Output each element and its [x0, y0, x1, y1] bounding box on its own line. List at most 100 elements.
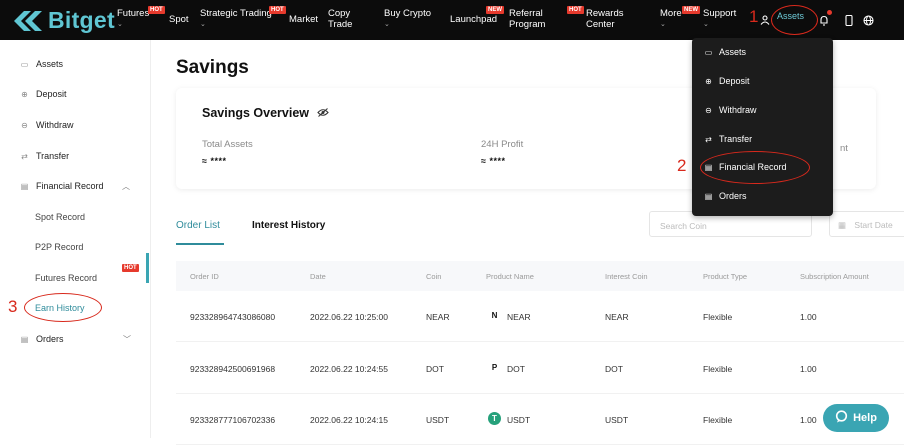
hot-badge: HOT: [148, 6, 165, 14]
annotation-oval-assets: [771, 5, 818, 35]
cell-type: Flexible: [703, 415, 733, 425]
dropdown-item-withdraw[interactable]: ⊖ Withdraw: [704, 105, 757, 115]
hot-badge: HOT: [567, 6, 584, 14]
cell-type: Flexible: [703, 312, 733, 322]
transfer-icon: ⇄: [705, 134, 712, 144]
cell-product: USDT: [507, 415, 531, 425]
help-button[interactable]: Help: [823, 404, 889, 432]
tab-interest-history[interactable]: Interest History: [252, 220, 325, 231]
sidebar-item-deposit[interactable]: ⊕ Deposit: [20, 89, 66, 99]
globe-icon[interactable]: [860, 12, 876, 28]
th-product-name: Product Name: [486, 272, 534, 281]
nav-futures[interactable]: Futures ⌄: [117, 8, 149, 29]
nav-referral-program[interactable]: Referral Program: [509, 8, 545, 30]
chevron-up-icon[interactable]: ︿: [122, 181, 130, 192]
annotation-number-2: 2: [677, 156, 687, 175]
table-row[interactable]: 923328942500691968 2022.06.22 10:24:55 D…: [176, 343, 904, 394]
assets-dropdown-menu: ▭ Assets ⊕ Deposit ⊖ Withdraw ⇄ Transfer…: [692, 38, 833, 216]
tether-icon: T: [488, 412, 501, 425]
top-nav: Bitget Futures ⌄ HOT Spot Strategic Trad…: [0, 0, 904, 40]
nav-launchpad[interactable]: Launchpad: [450, 14, 497, 25]
nav-more-label: More: [660, 8, 682, 19]
cell-coin: DOT: [426, 364, 444, 374]
dropdown-item-deposit[interactable]: ⊕ Deposit: [704, 76, 750, 86]
cell-amount: 1.00: [800, 364, 817, 374]
nav-copy-trade[interactable]: Copy Trade: [328, 8, 352, 30]
new-badge: NEW: [682, 6, 700, 14]
new-badge: NEW: [486, 6, 504, 14]
hot-badge: HOT: [269, 6, 286, 14]
cell-order-id: 923328964743086080: [190, 312, 276, 322]
dropdown-item-label: Assets: [719, 47, 747, 57]
th-interest-coin: Interest Coin: [605, 272, 648, 281]
sidebar-item-assets[interactable]: ▭ Assets: [20, 59, 63, 69]
tab-active-underline: [176, 243, 224, 245]
deposit-icon: ⊕: [21, 89, 28, 99]
nav-center-label: Center: [586, 19, 615, 30]
wallet-icon: ▭: [20, 59, 29, 69]
sidebar: [0, 40, 151, 438]
th-order-id: Order ID: [190, 272, 219, 281]
nav-referral-label: Referral: [509, 8, 543, 19]
dropdown-item-label: Withdraw: [719, 105, 757, 115]
chevron-down-icon: ⌄: [660, 21, 666, 28]
table-row[interactable]: 923328777106702336 2022.06.22 10:24:15 U…: [176, 394, 904, 445]
sidebar-item-spot-record[interactable]: Spot Record: [35, 212, 85, 222]
cell-coin: NEAR: [426, 312, 450, 322]
help-label: Help: [853, 412, 877, 424]
cell-date: 2022.06.22 10:25:00: [310, 312, 388, 322]
sidebar-item-financial-record[interactable]: ▤ Financial Record: [20, 181, 104, 191]
polkadot-icon: P: [491, 363, 498, 372]
chevron-down-icon[interactable]: ﹀: [123, 334, 131, 345]
profit-label: 24H Profit: [481, 139, 524, 150]
chevron-down-icon: ⌄: [703, 21, 709, 28]
hot-badge: HOT: [122, 264, 139, 272]
sidebar-item-withdraw[interactable]: ⊖ Withdraw: [20, 120, 74, 130]
nav-program-label: Program: [509, 19, 546, 30]
nav-buy-crypto[interactable]: Buy Crypto ⌄: [384, 8, 431, 29]
nav-spot[interactable]: Spot: [169, 14, 189, 25]
tab-order-list[interactable]: Order List: [176, 220, 220, 231]
chevron-down-icon: ⌄: [384, 21, 390, 28]
sidebar-item-orders[interactable]: ▤ Orders: [20, 334, 64, 344]
nav-more[interactable]: More ⌄: [660, 8, 682, 29]
calendar-icon: ▦: [838, 220, 847, 230]
cell-amount: 1.00: [800, 312, 817, 322]
sidebar-item-p2p-record[interactable]: P2P Record: [35, 242, 83, 252]
th-date: Date: [310, 272, 326, 281]
sidebar-item-label: Orders: [36, 334, 64, 344]
withdraw-icon: ⊖: [705, 105, 712, 115]
nav-market[interactable]: Market: [289, 14, 318, 25]
document-icon: ▤: [20, 181, 29, 191]
dropdown-item-orders[interactable]: ▤ Orders: [704, 191, 747, 201]
nav-rewards-center[interactable]: Rewards Center: [586, 8, 624, 30]
sidebar-item-transfer[interactable]: ⇄ Transfer: [20, 151, 69, 161]
cell-product: DOT: [507, 364, 525, 374]
sidebar-item-label: Financial Record: [36, 181, 104, 191]
orders-icon: ▤: [20, 334, 29, 344]
notification-dot: [827, 10, 832, 15]
eye-hidden-icon[interactable]: [317, 108, 329, 120]
sidebar-item-label: Withdraw: [36, 120, 74, 130]
nav-support[interactable]: Support ⌄: [703, 8, 736, 29]
deposit-icon: ⊕: [705, 76, 712, 86]
dropdown-item-transfer[interactable]: ⇄ Transfer: [704, 134, 752, 144]
dropdown-item-label: Deposit: [719, 76, 750, 86]
nav-strategic-trading[interactable]: Strategic Trading ⌄: [200, 8, 272, 29]
dropdown-item-assets[interactable]: ▭ Assets: [704, 47, 746, 57]
sidebar-item-futures-record[interactable]: Futures Record: [35, 273, 97, 283]
nav-buy-crypto-label: Buy Crypto: [384, 8, 431, 19]
cell-coin: USDT: [426, 415, 450, 425]
annotation-oval-financial-record: [700, 151, 810, 184]
annotation-number-1: 1: [749, 7, 759, 26]
cell-date: 2022.06.22 10:24:15: [310, 415, 388, 425]
nav-market-label: Market: [289, 14, 319, 25]
brand-logo[interactable]: Bitget: [14, 7, 115, 34]
dropdown-item-label: Transfer: [719, 134, 753, 144]
sidebar-item-label: Assets: [36, 59, 64, 69]
chevron-down-icon: ⌄: [200, 21, 206, 28]
nav-futures-label: Futures: [117, 8, 150, 19]
table-row[interactable]: 923328964743086080 2022.06.22 10:25:00 N…: [176, 291, 904, 342]
mobile-icon[interactable]: [841, 12, 857, 28]
start-date-input[interactable]: ▦ Start Date: [829, 211, 904, 237]
